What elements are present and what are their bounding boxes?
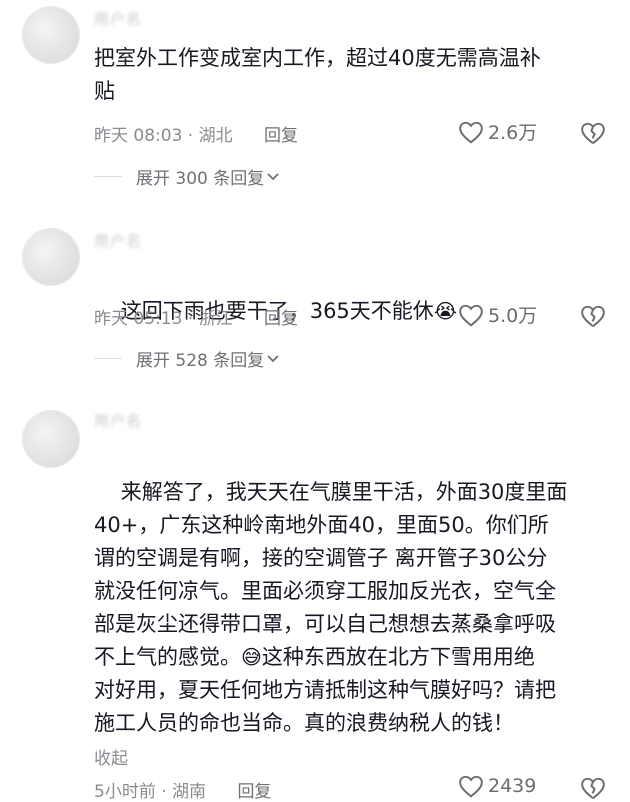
username[interactable]: 用户名 [94, 230, 142, 251]
heart-icon [459, 304, 483, 327]
chevron-down-icon [267, 354, 279, 362]
broken-heart-icon[interactable] [580, 120, 606, 146]
username[interactable]: 用户名 [94, 8, 142, 29]
like-count: 2.6万 [488, 122, 538, 144]
reply-button[interactable]: 回复 [237, 782, 271, 802]
comment-text: 来解答了，我天天在气膜里干活，外面30度里面 40+，广东这种岭南地外面40，里… [94, 443, 604, 773]
heart-icon [459, 775, 483, 798]
avatar[interactable] [22, 6, 80, 64]
time-location: 昨天 05:13 · 浙江 [94, 309, 233, 329]
comment-text: 把室外工作变成室内工作，超过40度无需高温补 贴 [94, 46, 541, 103]
time-location: 5小时前 · 湖南 [94, 782, 207, 802]
like-button[interactable]: 5.0万 [458, 301, 537, 328]
comment-meta: 5小时前 · 湖南 回复 [94, 777, 271, 802]
collapse-button[interactable]: 收起 [94, 744, 128, 769]
broken-heart-icon[interactable] [580, 775, 606, 801]
crying-emoji: 😭 [433, 299, 458, 323]
expand-label: 展开 528 条回复 [136, 351, 265, 371]
expand-label: 展开 300 条回复 [136, 169, 265, 189]
divider-line [94, 176, 122, 177]
heart-icon [459, 121, 483, 144]
like-count: 5.0万 [488, 305, 538, 327]
sweat-smile-emoji: 😅 [241, 645, 262, 669]
comment-meta: 昨天 08:03 · 湖北 回复 [94, 121, 298, 146]
username[interactable]: 用户名 [94, 410, 142, 431]
reply-button[interactable]: 回复 [264, 309, 298, 329]
comment-meta: 昨天 05:13 · 浙江 回复 [94, 304, 298, 329]
avatar[interactable] [22, 410, 80, 468]
comment-text-part1: 来解答了，我天天在气膜里干活，外面30度里面 40+，广东这种岭南地外面40，里… [94, 480, 568, 669]
avatar[interactable] [22, 228, 80, 286]
chevron-down-icon [267, 172, 279, 180]
broken-heart-icon[interactable] [580, 303, 606, 329]
expand-replies-button[interactable]: 展开 528 条回复 [94, 346, 280, 371]
expand-replies-button[interactable]: 展开 300 条回复 [94, 164, 280, 189]
time-location: 昨天 08:03 · 湖北 [94, 126, 233, 146]
like-button[interactable]: 2.6万 [458, 118, 537, 145]
reply-button[interactable]: 回复 [264, 126, 298, 146]
like-count: 2439 [488, 775, 537, 797]
like-button[interactable]: 2439 [458, 774, 536, 798]
divider-line [94, 358, 122, 359]
